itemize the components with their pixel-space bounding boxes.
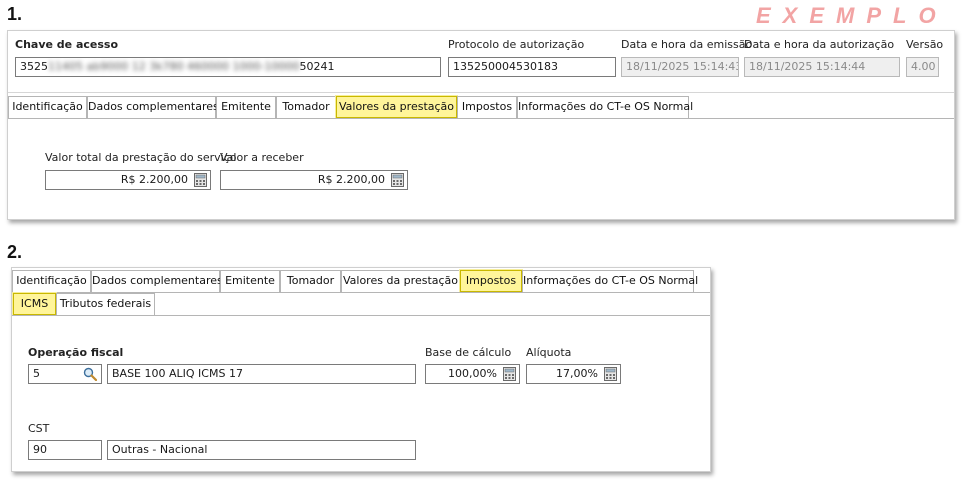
tab-bar-main: Identificação Dados complementares Emite… <box>8 96 954 118</box>
subtab-bar: ICMS Tributos federais <box>12 293 710 315</box>
tab-impostos[interactable]: Impostos <box>457 96 517 118</box>
operacao-desc-field[interactable]: BASE 100 ALIQ ICMS 17 <box>107 364 416 384</box>
tab-valores-prestacao[interactable]: Valores da prestação <box>336 96 457 118</box>
search-icon[interactable] <box>83 367 97 381</box>
tab-identificacao[interactable]: Identificação <box>8 96 87 118</box>
tab-informacoes-cte[interactable]: Informações do CT-e OS Normal <box>522 270 698 292</box>
valor-receber-field[interactable]: R$ 2.200,00 <box>220 170 408 190</box>
header-divider <box>8 92 954 93</box>
operacao-fiscal-label: Operação fiscal <box>28 346 124 359</box>
tab-identificacao[interactable]: Identificação <box>12 270 91 292</box>
operacao-code-field[interactable]: 5 <box>28 364 102 384</box>
cst-desc-field[interactable]: Outras - Nacional <box>107 440 416 460</box>
aliquota-label: Alíquota <box>526 346 572 359</box>
emissao-field: 18/11/2025 15:14:43 <box>621 57 739 77</box>
valor-total-value: R$ 2.200,00 <box>120 173 188 186</box>
protocolo-field[interactable]: 135250004530183 <box>448 57 616 77</box>
subtab-tributos-federais[interactable]: Tributos federais <box>56 293 155 315</box>
tab-tomador[interactable]: Tomador <box>280 270 341 292</box>
step-1-label: 1. <box>7 4 23 24</box>
valor-receber-label: Valor a receber <box>220 151 304 164</box>
autorizacao-field: 18/11/2025 15:14:44 <box>744 57 900 77</box>
protocolo-label: Protocolo de autorização <box>448 38 585 51</box>
chave-acesso-label: Chave de acesso <box>15 38 119 51</box>
tab-dados-complementares[interactable]: Dados complementares <box>87 96 219 118</box>
valor-total-field[interactable]: R$ 2.200,00 <box>45 170 211 190</box>
tab-dados-complementares[interactable]: Dados complementares <box>91 270 223 292</box>
chave-hidden: 11405 ab9000 12 3k780 460000 1000-10000 <box>48 60 300 73</box>
subtab-icms[interactable]: ICMS <box>13 293 56 315</box>
aliquota-value: 17,00% <box>556 367 598 380</box>
chave-suffix: 50241 <box>299 60 335 73</box>
cst-code-field[interactable]: 90 <box>28 440 102 460</box>
base-calculo-value: 100,00% <box>448 367 497 380</box>
aliquota-field[interactable]: 17,00% <box>526 364 621 384</box>
calculator-icon[interactable] <box>604 367 617 381</box>
calculator-icon[interactable] <box>194 173 207 187</box>
base-calculo-label: Base de cálculo <box>425 346 512 359</box>
calculator-icon[interactable] <box>503 367 516 381</box>
valor-receber-value: R$ 2.200,00 <box>317 173 385 186</box>
panel-valores-prestacao: Chave de acesso 352511405 ab9000 12 3k78… <box>7 30 955 220</box>
tab-emitente[interactable]: Emitente <box>220 270 280 292</box>
operacao-code-value: 5 <box>33 367 40 380</box>
tab-bar-impostos: Identificação Dados complementares Emite… <box>12 270 710 292</box>
watermark: EXEMPLO <box>756 3 948 28</box>
versao-field: 4.00 <box>906 57 939 77</box>
emissao-label: Data e hora da emissão <box>621 38 753 51</box>
chave-prefix: 3525 <box>20 60 48 73</box>
calculator-icon[interactable] <box>391 173 404 187</box>
base-calculo-field[interactable]: 100,00% <box>425 364 520 384</box>
panel-impostos: Identificação Dados complementares Emite… <box>11 267 711 472</box>
tab-informacoes-cte[interactable]: Informações do CT-e OS Normal <box>517 96 693 118</box>
valor-total-label: Valor total da prestação do serviço <box>45 151 237 164</box>
chave-acesso-field[interactable]: 352511405 ab9000 12 3k780 460000 1000-10… <box>15 57 441 77</box>
step-2-label: 2. <box>7 242 23 262</box>
subtab-baseline <box>12 315 710 316</box>
tab-emitente[interactable]: Emitente <box>216 96 276 118</box>
cst-label: CST <box>28 422 50 435</box>
tab-impostos[interactable]: Impostos <box>460 270 522 292</box>
tab-valores-prestacao[interactable]: Valores da prestação <box>341 270 460 292</box>
tab-bar-baseline <box>8 118 954 119</box>
versao-label: Versão <box>906 38 944 51</box>
tab-tomador[interactable]: Tomador <box>276 96 336 118</box>
autorizacao-label: Data e hora da autorização <box>744 38 895 51</box>
